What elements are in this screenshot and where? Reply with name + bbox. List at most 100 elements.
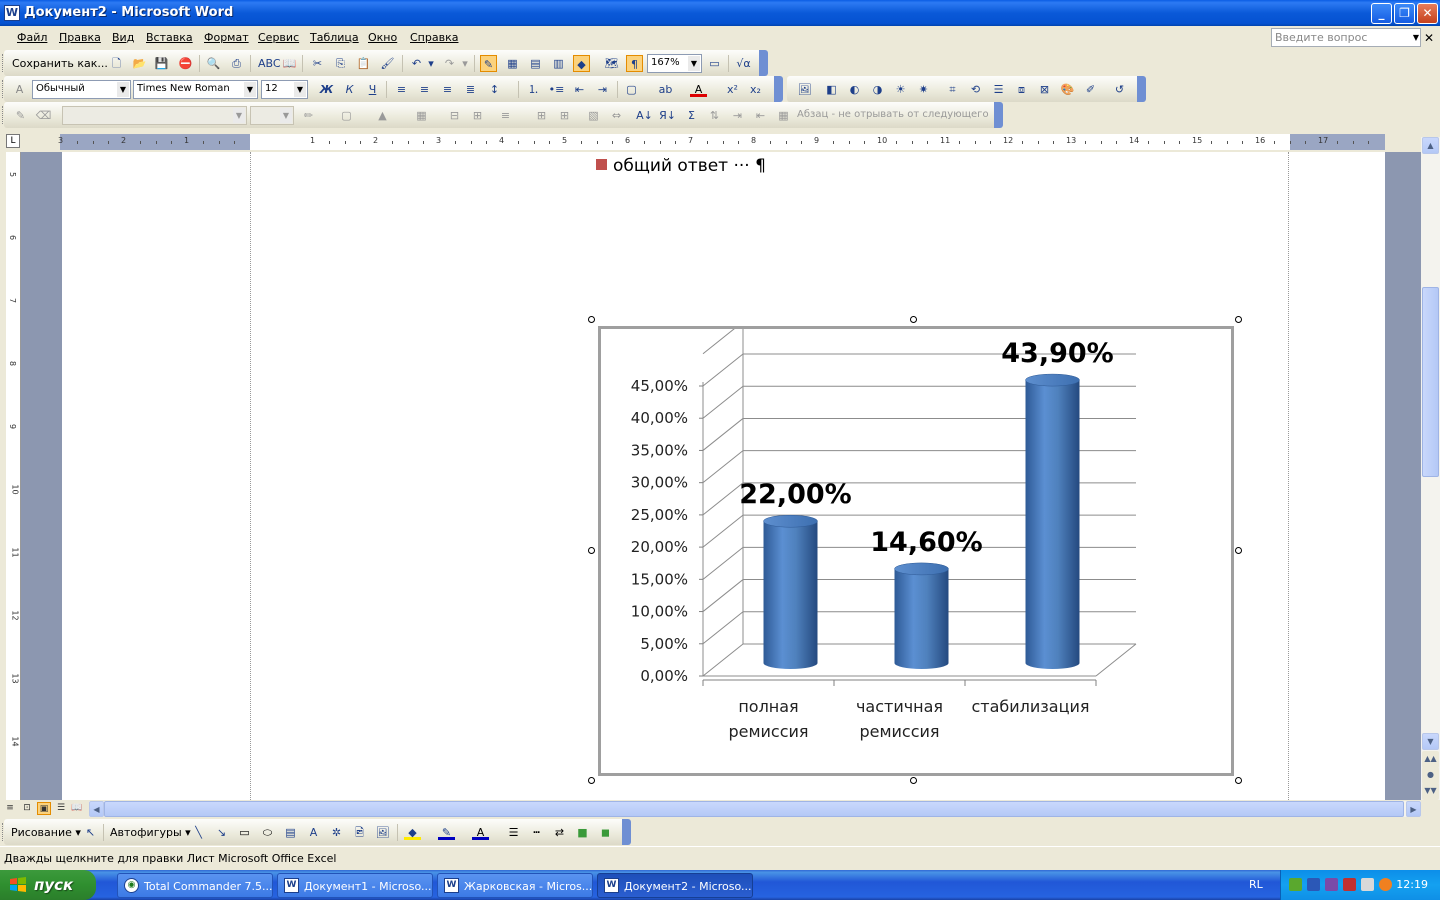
text-wrap-icon[interactable]: ⊠ <box>1036 81 1053 98</box>
wordart-icon[interactable]: A <box>305 824 322 841</box>
menu-help[interactable]: Справка <box>410 31 458 44</box>
undo-icon[interactable]: ↶ <box>408 55 425 72</box>
copy-icon[interactable]: ⎘ <box>332 55 349 72</box>
equation-icon[interactable]: √α <box>735 55 752 72</box>
image-mode-icon[interactable]: ◧ <box>823 81 840 98</box>
save-icon[interactable]: 💾 <box>153 55 170 72</box>
print-layout-icon[interactable]: ▣ <box>37 802 51 815</box>
menu-insert[interactable]: Вставка <box>146 31 193 44</box>
align-center-icon[interactable]: ≡ <box>416 81 433 98</box>
fill-color-icon[interactable]: ◆ <box>404 824 421 840</box>
close-document-icon[interactable]: ✕ <box>1424 31 1434 45</box>
arrow-icon[interactable]: ↘ <box>213 824 230 841</box>
read-mode-icon[interactable]: ▭ <box>706 55 723 72</box>
menu-tools[interactable]: Сервис <box>258 31 299 44</box>
menu-file[interactable]: Файл <box>17 31 47 44</box>
3d-style-icon[interactable]: ◼ <box>597 824 614 841</box>
toolbar-options-icon[interactable] <box>774 76 783 102</box>
insert-table-icon[interactable]: ▤ <box>527 55 544 72</box>
oval-icon[interactable]: ⬭ <box>259 824 276 841</box>
insert-table-icon[interactable]: ▦ <box>413 107 430 124</box>
resize-handle[interactable] <box>588 547 595 554</box>
research-icon[interactable]: 📖 <box>281 55 298 72</box>
web-view-icon[interactable]: ⊡ <box>20 802 34 815</box>
styles-pane-icon[interactable]: A <box>11 81 28 98</box>
resize-handle[interactable] <box>1235 316 1242 323</box>
taskbar-item-total-commander[interactable]: ◉ Total Commander 7.5... <box>117 873 273 898</box>
contrast-icon[interactable]: ◐ <box>846 81 863 98</box>
italic-icon[interactable]: К <box>341 81 358 98</box>
document-map-icon[interactable]: 🗺 <box>603 55 620 72</box>
drawing-menu-button[interactable]: Рисование ▾ <box>11 826 81 839</box>
taskbar-item-document2[interactable]: W Документ2 - Microso... <box>597 873 753 898</box>
chevron-down-icon[interactable]: ▼ <box>1410 30 1422 45</box>
less-brightness-icon[interactable]: ✷ <box>915 81 932 98</box>
less-contrast-icon[interactable]: ◑ <box>869 81 886 98</box>
sort-ascending-icon[interactable]: A↓ <box>636 107 653 124</box>
bullets-icon[interactable]: •≡ <box>548 81 565 98</box>
insert-excel-icon[interactable]: ▥ <box>550 55 567 72</box>
toolbar-options-icon[interactable] <box>994 102 1003 128</box>
open-icon[interactable]: 📂 <box>131 55 148 72</box>
horizontal-scrollbar[interactable]: ◀ ▶ <box>89 801 1421 817</box>
embedded-excel-chart[interactable]: 0,00% 5,00% 10,00% 15,00% 20,00% 25,00% 30,00%… <box>598 321 1234 776</box>
compress-icon[interactable]: ⧈ <box>1013 81 1030 98</box>
insert-picture-icon[interactable]: 🖼 <box>796 81 813 98</box>
rectangle-icon[interactable]: ▭ <box>236 824 253 841</box>
highlight-icon[interactable]: ab <box>657 81 674 98</box>
outside-border-icon[interactable]: ▢ <box>338 107 355 124</box>
vertical-ruler[interactable]: 5 6 7 8 9 10 11 12 13 14 <box>6 152 21 800</box>
save-as-button[interactable]: Сохранить как... <box>12 57 108 70</box>
select-objects-icon[interactable]: ↖ <box>82 824 99 841</box>
taskbar-item-document1[interactable]: W Документ1 - Microso... <box>277 873 433 898</box>
increase-indent-icon[interactable]: ⇥ <box>594 81 611 98</box>
numbering-icon[interactable]: ⒈ <box>525 81 542 98</box>
distribute-rows-icon[interactable]: ⊞ <box>533 107 550 124</box>
undo-dropdown-icon[interactable]: ▾ <box>426 55 436 72</box>
menu-view[interactable]: Вид <box>112 31 134 44</box>
toolbar-options-icon[interactable] <box>759 50 768 76</box>
borders-icon[interactable]: ▢ <box>623 81 640 98</box>
vertical-scroll-thumb[interactable] <box>1422 287 1439 477</box>
brightness-icon[interactable]: ☀ <box>892 81 909 98</box>
font-color-icon[interactable]: A <box>472 824 489 840</box>
messenger-icon[interactable] <box>1379 878 1392 891</box>
autofit-icon[interactable]: ⇔ <box>608 107 625 124</box>
scroll-left-icon[interactable]: ◀ <box>89 801 104 817</box>
zoom-select[interactable]: 167% ▼ <box>647 54 702 73</box>
resize-handle[interactable] <box>588 777 595 784</box>
restore-button[interactable]: ❐ <box>1394 3 1415 24</box>
print-preview-icon[interactable]: 🔍 <box>205 55 222 72</box>
line-style-icon[interactable]: ☰ <box>505 824 522 841</box>
style-select[interactable]: Обычный ▼ <box>32 80 131 99</box>
distribute-columns-icon[interactable]: ⊞ <box>556 107 573 124</box>
superscript-icon[interactable]: x² <box>724 81 741 98</box>
spelling-icon[interactable]: ABC <box>258 55 281 72</box>
align-right-icon[interactable]: ≡ <box>439 81 456 98</box>
close-button[interactable]: ✕ <box>1417 3 1438 24</box>
line-weight-select[interactable]: ▼ <box>250 106 294 125</box>
format-painter-icon[interactable]: 🖌 <box>379 55 396 72</box>
menu-window[interactable]: Окно <box>368 31 397 44</box>
new-document-icon[interactable]: 🗋 <box>108 55 125 72</box>
line-spacing-icon[interactable]: ↕ <box>486 81 503 98</box>
show-hide-paragraph-icon[interactable]: ¶ <box>626 55 643 72</box>
menu-table[interactable]: Таблица <box>310 31 359 44</box>
tables-borders-icon[interactable]: ▦ <box>504 55 521 72</box>
resize-handle[interactable] <box>1235 777 1242 784</box>
next-page-icon[interactable]: ▼▼ <box>1422 783 1439 800</box>
network-icon[interactable] <box>1289 878 1302 891</box>
permission-icon[interactable]: ⛔ <box>177 55 194 72</box>
resize-handle[interactable] <box>910 777 917 784</box>
resize-handle[interactable] <box>1235 547 1242 554</box>
autoshapes-menu-button[interactable]: Автофигуры ▾ <box>110 826 191 839</box>
crop-icon[interactable]: ⌗ <box>944 81 961 98</box>
print-icon[interactable]: ⎙ <box>228 55 245 72</box>
monitor-icon[interactable] <box>1307 878 1320 891</box>
autosum-icon[interactable]: Σ <box>683 107 700 124</box>
subscript-icon[interactable]: x₂ <box>747 81 764 98</box>
bold-icon[interactable]: Ж <box>318 81 335 98</box>
select-browse-object-icon[interactable]: ● <box>1422 767 1439 784</box>
menu-format[interactable]: Формат <box>204 31 249 44</box>
align-left-icon[interactable]: ≡ <box>393 81 410 98</box>
